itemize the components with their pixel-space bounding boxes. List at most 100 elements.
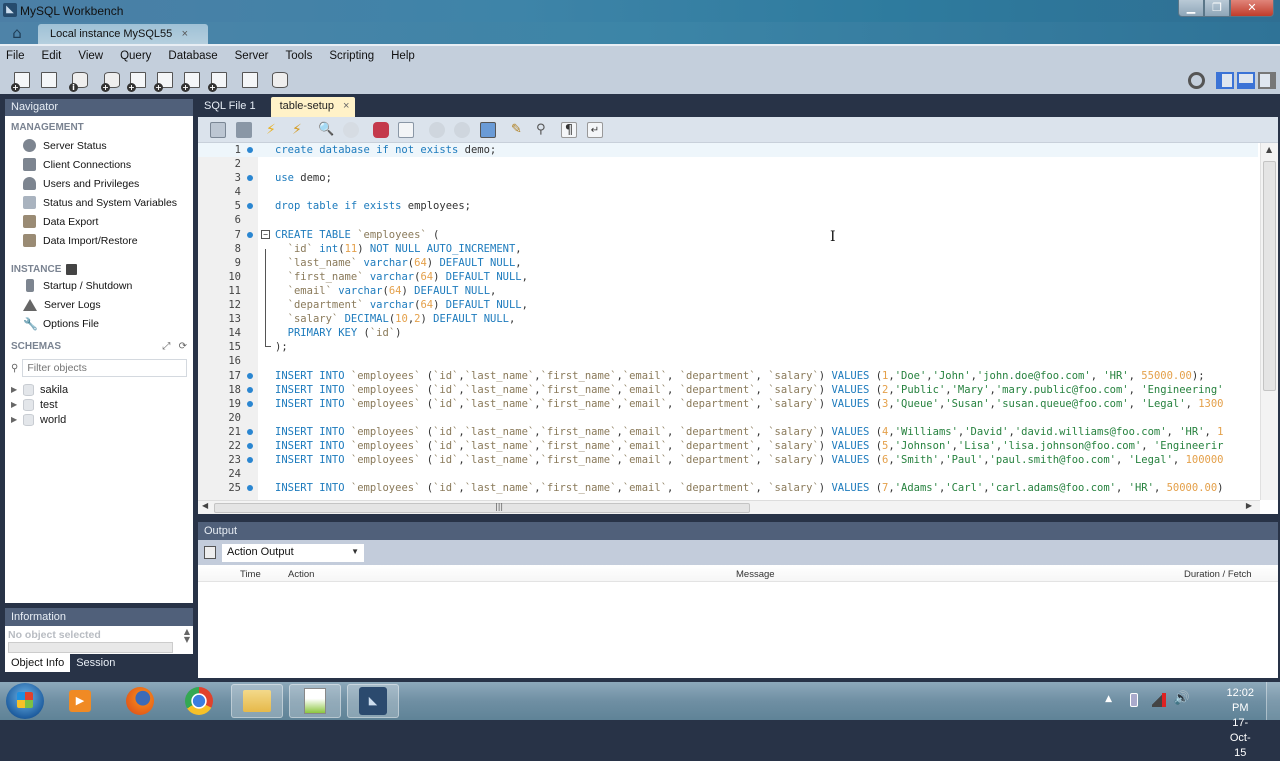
menu-view[interactable]: View — [78, 50, 103, 62]
firefox-icon[interactable] — [114, 684, 166, 718]
notepad-plus-plus-icon[interactable] — [289, 684, 341, 718]
filter-objects-input[interactable] — [22, 359, 187, 377]
mysql-workbench-icon[interactable]: ◣ — [347, 684, 399, 718]
expand-arrow-icon[interactable]: ▶ — [11, 415, 23, 424]
code-line[interactable]: 23 INSERT INTO `employees` (`id`,`last_na… — [198, 453, 1258, 467]
open-file-icon[interactable] — [210, 122, 226, 138]
new-sql-tab-icon[interactable]: + — [11, 71, 32, 92]
battery-icon[interactable] — [1130, 693, 1138, 707]
db-info-icon[interactable]: i — [69, 71, 90, 92]
home-icon[interactable]: ⌂ — [6, 24, 28, 42]
nav-startup-shutdown[interactable]: Startup / Shutdown — [5, 276, 193, 295]
code-line[interactable]: 8 `id` int(11) NOT NULL AUTO_INCREMENT, — [198, 242, 1258, 256]
code-line[interactable]: 2 — [198, 157, 1258, 171]
volume-icon[interactable]: 🔊 — [1174, 691, 1190, 706]
expand-arrow-icon[interactable]: ▶ — [11, 385, 23, 394]
execute-current-icon[interactable]: ⚡ — [292, 122, 308, 138]
code-line[interactable]: 1 create database if not exists demo; — [198, 143, 1258, 158]
scrollbar-thumb[interactable]: ||| — [214, 502, 750, 513]
nav-options-file[interactable]: 🔧 Options File — [5, 314, 193, 333]
expand-arrow-icon[interactable]: ▶ — [11, 400, 23, 409]
start-button[interactable] — [6, 683, 44, 719]
schema-test[interactable]: ▶ test — [5, 397, 193, 412]
create-schema-icon[interactable]: + — [101, 71, 122, 92]
schema-sakila[interactable]: ▶ sakila — [5, 382, 193, 397]
nav-data-export[interactable]: Data Export — [5, 212, 193, 231]
minimize-button[interactable]: ▁ — [1178, 0, 1204, 17]
toggle-sidebar-icon[interactable] — [1216, 72, 1234, 89]
menu-server[interactable]: Server — [235, 50, 269, 62]
toggle-secondary-sidebar-icon[interactable] — [1258, 72, 1276, 89]
expand-icon[interactable]: ⤢ — [162, 341, 170, 352]
code-line[interactable]: 3 use demo; — [198, 171, 1258, 185]
toggle-output-grid-icon[interactable] — [398, 122, 414, 138]
code-line[interactable]: 14 PRIMARY KEY (`id`) — [198, 326, 1258, 340]
close-tab-icon[interactable]: × — [343, 100, 349, 112]
toggle-output-icon[interactable] — [1237, 72, 1255, 89]
code-line[interactable]: 24 — [198, 467, 1258, 481]
code-line[interactable]: 13 `salary` DECIMAL(10,2) DEFAULT NULL, — [198, 312, 1258, 326]
nav-users-privileges[interactable]: Users and Privileges — [5, 174, 193, 193]
stop-icon[interactable] — [343, 122, 359, 138]
reconnect-icon[interactable] — [270, 71, 290, 91]
code-line[interactable]: 16 — [198, 354, 1258, 368]
sql-editor[interactable]: 1 create database if not exists demo; 2 3 us… — [198, 143, 1278, 514]
code-line[interactable]: 4 — [198, 185, 1258, 199]
beautify-icon[interactable]: ✎ — [511, 122, 527, 138]
file-explorer-icon[interactable] — [231, 684, 283, 718]
connection-tab[interactable]: Local instance MySQL55 × — [38, 24, 208, 44]
scrollbar-thumb[interactable] — [1263, 161, 1276, 391]
info-horizontal-scrollbar[interactable] — [8, 642, 173, 653]
column-message[interactable]: Message — [736, 569, 775, 580]
editor-horizontal-scrollbar[interactable]: ◀ ||| ▶ — [198, 500, 1260, 514]
column-time[interactable]: Time — [240, 569, 261, 580]
find-icon[interactable]: ⚲ — [536, 122, 552, 138]
create-procedure-icon[interactable]: + — [181, 71, 202, 92]
code-line[interactable]: 19 INSERT INTO `employees` (`id`,`last_na… — [198, 397, 1258, 411]
code-line[interactable]: 15); — [198, 340, 1258, 354]
menu-edit[interactable]: Edit — [42, 50, 62, 62]
auto-commit-icon[interactable] — [480, 122, 496, 138]
nav-client-connections[interactable]: Client Connections — [5, 155, 193, 174]
code-line[interactable]: 17 INSERT INTO `employees` (`id`,`last_na… — [198, 369, 1258, 383]
output-type-select[interactable]: Action Output ▼ — [222, 544, 364, 562]
code-line[interactable]: 18 INSERT INTO `employees` (`id`,`last_na… — [198, 383, 1258, 397]
code-line[interactable]: 25 INSERT INTO `employees` (`id`,`last_na… — [198, 481, 1258, 495]
execute-icon[interactable]: ⚡ — [266, 122, 282, 138]
toggle-error-stop-icon[interactable] — [373, 122, 389, 138]
column-action[interactable]: Action — [288, 569, 314, 580]
tab-object-info[interactable]: Object Info — [5, 654, 71, 672]
menu-tools[interactable]: Tools — [286, 50, 313, 62]
scroll-left-arrow-icon[interactable]: ◀ — [202, 501, 208, 510]
close-window-button[interactable]: ✕ — [1230, 0, 1274, 17]
scroll-up-arrow-icon[interactable]: ▲ — [1266, 145, 1272, 154]
fold-toggle-icon[interactable]: − — [261, 229, 270, 239]
column-duration-fetch[interactable]: Duration / Fetch — [1184, 569, 1252, 580]
copy-icon[interactable] — [204, 546, 216, 559]
nav-server-logs[interactable]: Server Logs — [5, 295, 193, 314]
nav-server-status[interactable]: Server Status — [5, 136, 193, 155]
tab-session[interactable]: Session — [70, 654, 121, 672]
editor-vertical-scrollbar[interactable]: ▲ — [1260, 143, 1278, 500]
create-view-icon[interactable]: + — [154, 71, 175, 92]
code-line[interactable]: 6 — [198, 213, 1258, 227]
tab-sql-file-1[interactable]: SQL File 1 — [195, 97, 265, 117]
code-line[interactable]: 12 `department` varchar(64) DEFAULT NULL… — [198, 298, 1258, 312]
save-icon[interactable] — [236, 122, 252, 138]
close-tab-icon[interactable]: × — [182, 28, 188, 40]
word-wrap-icon[interactable]: ↵ — [587, 122, 603, 138]
menu-help[interactable]: Help — [391, 50, 415, 62]
create-table-icon[interactable]: + — [127, 71, 148, 92]
nav-data-import[interactable]: Data Import/Restore — [5, 231, 193, 250]
show-hidden-icons-icon[interactable]: ▲ — [1105, 694, 1112, 704]
scroll-right-arrow-icon[interactable]: ▶ — [1246, 501, 1252, 510]
open-sql-script-icon[interactable] — [39, 71, 59, 91]
menu-file[interactable]: File — [6, 50, 25, 62]
rollback-icon[interactable] — [454, 122, 470, 138]
maximize-button[interactable]: ❐ — [1204, 0, 1230, 17]
windows-media-player-icon[interactable]: ▶ — [54, 684, 106, 718]
search-table-data-icon[interactable] — [240, 71, 260, 91]
code-line[interactable]: 5 drop table if exists employees; — [198, 199, 1258, 213]
code-line[interactable]: 22 INSERT INTO `employees` (`id`,`last_na… — [198, 439, 1258, 453]
instance-settings-icon[interactable] — [66, 263, 78, 275]
